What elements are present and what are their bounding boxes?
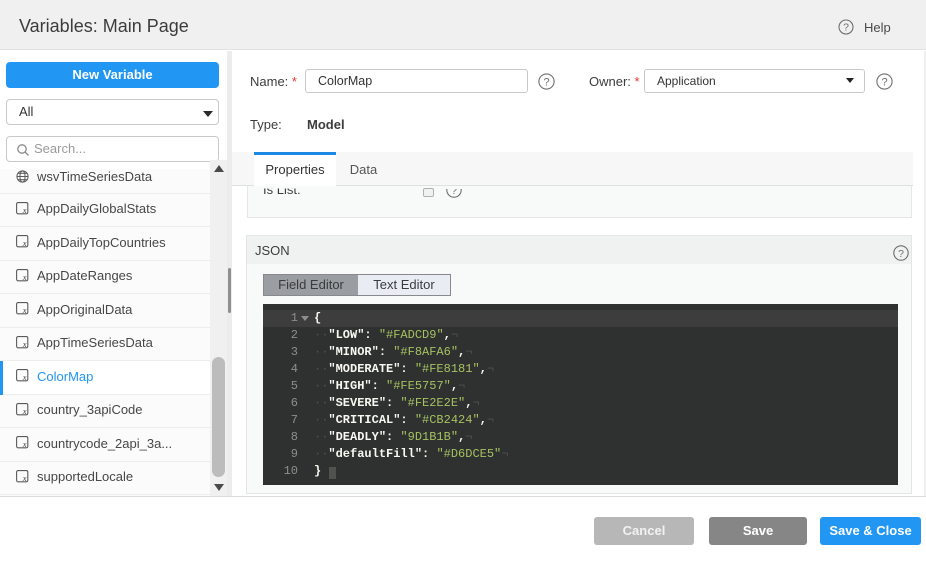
svg-text:x: x <box>22 238 27 248</box>
svg-text:x: x <box>22 271 27 281</box>
svg-text:?: ? <box>543 76 549 88</box>
svg-text:x: x <box>22 439 27 449</box>
svg-text:x: x <box>22 338 27 348</box>
svg-text:?: ? <box>843 22 849 34</box>
svg-text:x: x <box>22 472 27 482</box>
svg-text:x: x <box>22 372 27 382</box>
svg-text:?: ? <box>881 76 887 88</box>
svg-text:?: ? <box>898 248 904 260</box>
svg-text:x: x <box>22 305 27 315</box>
svg-text:x: x <box>22 204 27 214</box>
svg-text:?: ? <box>451 186 457 197</box>
svg-text:x: x <box>22 405 27 415</box>
